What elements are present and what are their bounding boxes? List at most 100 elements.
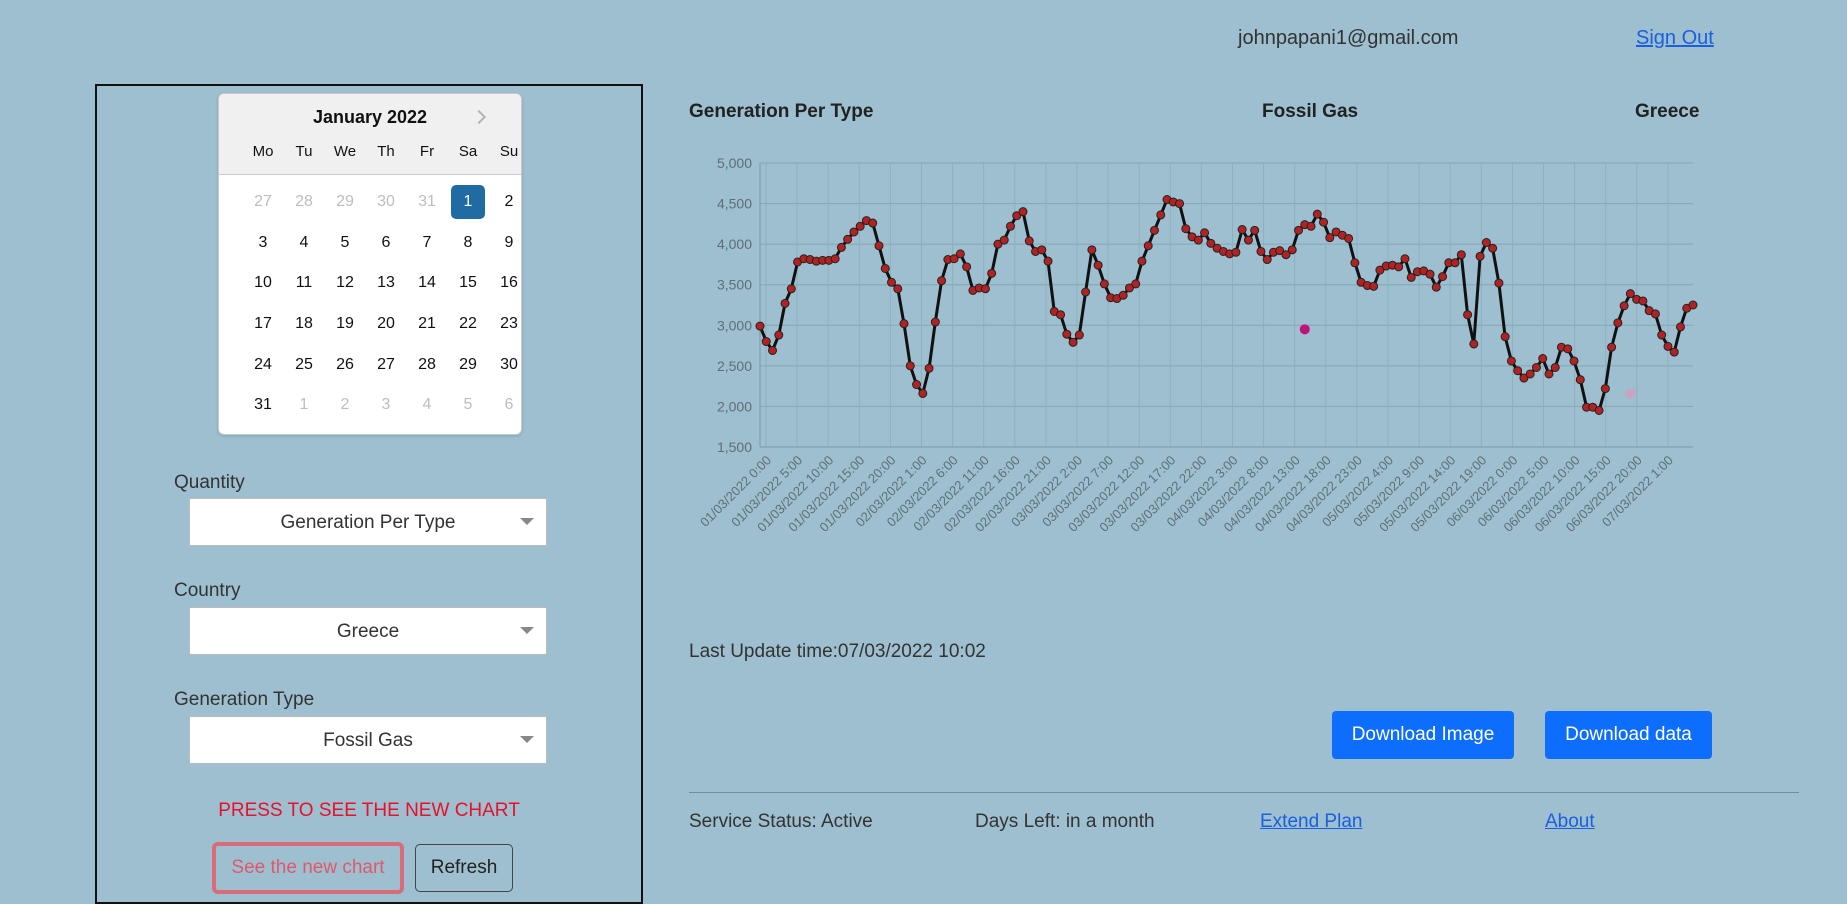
data-point <box>1463 310 1473 320</box>
calendar-day[interactable]: 3 <box>246 226 280 260</box>
calendar-day[interactable]: 4 <box>287 226 321 260</box>
calendar-day[interactable]: 14 <box>410 266 444 300</box>
download-image-button[interactable]: Download Image <box>1332 711 1514 759</box>
data-point <box>1287 245 1297 255</box>
data-point <box>1156 210 1166 220</box>
y-tick-label: 5,000 <box>717 155 752 171</box>
calendar-day[interactable]: 31 <box>246 388 280 422</box>
data-point <box>1325 233 1335 243</box>
y-tick-label: 2,000 <box>717 398 752 414</box>
data-point <box>1093 260 1103 270</box>
calendar-day[interactable]: 27 <box>369 348 403 382</box>
data-point <box>1563 344 1573 354</box>
calendar-day[interactable]: 28 <box>410 348 444 382</box>
data-point <box>1068 337 1078 347</box>
calendar-day[interactable]: 2 <box>492 185 526 219</box>
calendar-day[interactable]: 29 <box>328 185 362 219</box>
data-point <box>780 298 790 308</box>
data-point <box>1081 287 1091 297</box>
calendar-day[interactable]: 30 <box>492 348 526 382</box>
data-point <box>1425 269 1435 279</box>
calendar-day[interactable]: 5 <box>328 226 362 260</box>
calendar-day[interactable]: 23 <box>492 307 526 341</box>
calendar-day[interactable]: 6 <box>369 226 403 260</box>
calendar-day[interactable]: 10 <box>246 266 280 300</box>
data-point <box>1550 362 1560 372</box>
chevron-down-icon <box>520 627 534 634</box>
data-point <box>999 235 1009 245</box>
calendar-day[interactable]: 8 <box>451 226 485 260</box>
calendar-day-name: Sa <box>458 143 478 160</box>
data-point <box>924 363 934 373</box>
calendar-day[interactable]: 11 <box>287 266 321 300</box>
calendar-day[interactable]: 13 <box>369 266 403 300</box>
calendar-day[interactable]: 27 <box>246 185 280 219</box>
country-select[interactable]: Greece <box>189 607 547 655</box>
data-point <box>1513 366 1523 376</box>
data-point <box>1506 356 1516 366</box>
calendar-day[interactable]: 15 <box>451 266 485 300</box>
last-update-time: Last Update time:07/03/2022 10:02 <box>689 641 986 662</box>
data-point <box>1394 262 1404 272</box>
calendar-day[interactable]: 24 <box>246 348 280 382</box>
data-point <box>1675 322 1685 332</box>
generation-type-select[interactable]: Fossil Gas <box>189 716 547 764</box>
calendar-day[interactable]: 4 <box>410 388 444 422</box>
data-point <box>1074 330 1084 340</box>
chevron-right-icon[interactable] <box>469 106 491 128</box>
calendar-day[interactable]: 5 <box>451 388 485 422</box>
calendar-day[interactable]: 9 <box>492 226 526 260</box>
calendar-day[interactable]: 1 <box>287 388 321 422</box>
sign-out-link[interactable]: Sign Out <box>1636 27 1714 50</box>
data-point <box>905 361 915 371</box>
press-hint: PRESS TO SEE THE NEW CHART <box>218 800 520 821</box>
calendar-day[interactable]: 18 <box>287 307 321 341</box>
data-point <box>1306 221 1316 231</box>
data-point <box>1650 309 1660 319</box>
data-point <box>1475 251 1485 261</box>
country-select-value: Greece <box>336 621 400 642</box>
data-point <box>1613 318 1623 328</box>
calendar-day[interactable]: 16 <box>492 266 526 300</box>
calendar-day[interactable]: 31 <box>410 185 444 219</box>
calendar-day[interactable]: 28 <box>287 185 321 219</box>
data-point <box>755 321 765 331</box>
calendar-day[interactable]: 29 <box>451 348 485 382</box>
y-tick-label: 3,000 <box>717 317 752 333</box>
calendar-day[interactable]: 30 <box>369 185 403 219</box>
data-point <box>1657 330 1667 340</box>
data-point <box>1056 310 1066 320</box>
calendar-day[interactable]: 19 <box>328 307 362 341</box>
about-link[interactable]: About <box>1545 811 1595 833</box>
calendar-day[interactable]: 2 <box>328 388 362 422</box>
data-point <box>1456 250 1466 260</box>
data-point <box>1312 209 1322 219</box>
data-point <box>1350 258 1360 268</box>
calendar-day[interactable]: 3 <box>369 388 403 422</box>
calendar-day[interactable]: 12 <box>328 266 362 300</box>
calendar-day[interactable]: 7 <box>410 226 444 260</box>
calendar-day[interactable]: 21 <box>410 307 444 341</box>
calendar-day[interactable]: 1 <box>451 185 485 219</box>
calendar-day[interactable]: 20 <box>369 307 403 341</box>
data-point <box>1237 225 1247 235</box>
data-point <box>1024 236 1034 246</box>
download-data-button[interactable]: Download data <box>1545 711 1712 759</box>
see-new-chart-button[interactable]: See the new chart <box>212 842 404 894</box>
calendar-day[interactable]: 26 <box>328 348 362 382</box>
data-point <box>1488 243 1498 253</box>
calendar-day[interactable]: 17 <box>246 307 280 341</box>
data-point <box>761 337 771 347</box>
calendar-day-name: Tu <box>295 143 313 160</box>
data-point <box>1200 228 1210 238</box>
calendar-day[interactable]: 22 <box>451 307 485 341</box>
calendar-day[interactable]: 25 <box>287 348 321 382</box>
extend-plan-link[interactable]: Extend Plan <box>1260 811 1362 833</box>
quantity-select[interactable]: Generation Per Type <box>189 498 547 546</box>
calendar-day[interactable]: 6 <box>492 388 526 422</box>
data-point <box>955 249 965 259</box>
data-point <box>912 380 922 390</box>
calendar-day-name: Th <box>377 143 395 160</box>
calendar-day-name: Su <box>499 143 519 160</box>
user-email: johnpapani1@gmail.com <box>1238 27 1459 49</box>
